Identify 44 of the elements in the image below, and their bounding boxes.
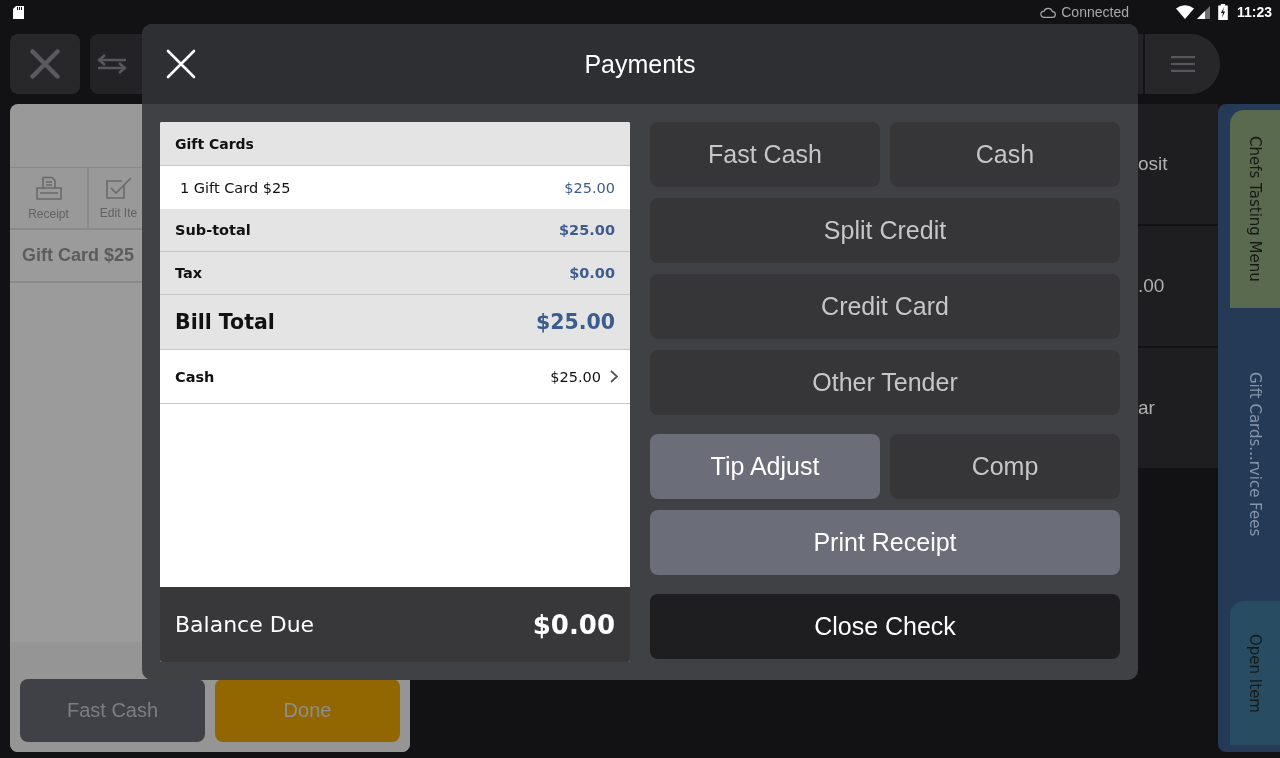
menu-item-tile[interactable]: ar xyxy=(1136,348,1218,468)
dialog-close-button[interactable] xyxy=(164,47,198,81)
bill-total-amount: $25.00 xyxy=(535,310,615,334)
payment-option-button[interactable]: Split Credit xyxy=(650,198,1120,263)
dialog-title: Payments xyxy=(584,49,696,79)
payment-label: Cash xyxy=(175,368,215,385)
wifi-icon xyxy=(1175,5,1194,19)
sd-card-icon xyxy=(13,5,24,19)
payment-amount: $25.00 xyxy=(550,368,601,385)
cloud-icon xyxy=(1040,6,1057,18)
clock-time: 11:23 xyxy=(1236,4,1272,20)
close-icon xyxy=(166,49,196,79)
menu-item-tile[interactable]: osit xyxy=(1136,104,1218,224)
bill-total-label: Bill Total xyxy=(175,310,275,334)
balance-due-amount: $0.00 xyxy=(532,609,615,640)
swap-arrows-icon xyxy=(97,54,127,74)
battery-icon xyxy=(1217,4,1228,20)
payment-option-button[interactable]: Comp xyxy=(890,434,1120,499)
line-item-price: $25.00 xyxy=(564,179,615,196)
menu-item-tile[interactable]: .00 xyxy=(1136,226,1218,346)
summary-amount: $0.00 xyxy=(569,265,615,281)
payment-option-button[interactable]: Other Tender xyxy=(650,350,1120,415)
receipt-printer-icon xyxy=(35,175,62,200)
payment-option-button[interactable]: Close Check xyxy=(650,594,1120,659)
chevron-right-icon[interactable] xyxy=(610,370,618,383)
close-icon xyxy=(30,49,60,79)
payment-option-button[interactable]: Credit Card xyxy=(650,274,1120,339)
summary-label: Sub-total xyxy=(175,222,251,238)
section-heading: Gift Cards xyxy=(175,135,254,152)
payment-option-button[interactable]: Fast Cash xyxy=(650,122,880,187)
summary-label: Tax xyxy=(175,265,203,281)
payment-option-button[interactable]: Cash xyxy=(890,122,1120,187)
payment-option-button[interactable]: Print Receipt xyxy=(650,510,1120,575)
balance-due-label: Balance Due xyxy=(175,612,315,637)
signal-icon xyxy=(1196,5,1210,19)
payment-option-button[interactable]: Tip Adjust xyxy=(650,434,880,499)
menu-button[interactable] xyxy=(1143,34,1220,94)
line-item-name: 1 Gift Card $25 xyxy=(180,179,291,196)
checkbox-edit-icon xyxy=(105,176,132,199)
connection-status: Connected xyxy=(1061,4,1129,20)
menu-icon xyxy=(1170,56,1195,72)
swap-button[interactable] xyxy=(97,54,127,74)
summary-amount: $25.00 xyxy=(559,222,615,238)
close-button[interactable] xyxy=(10,34,80,94)
